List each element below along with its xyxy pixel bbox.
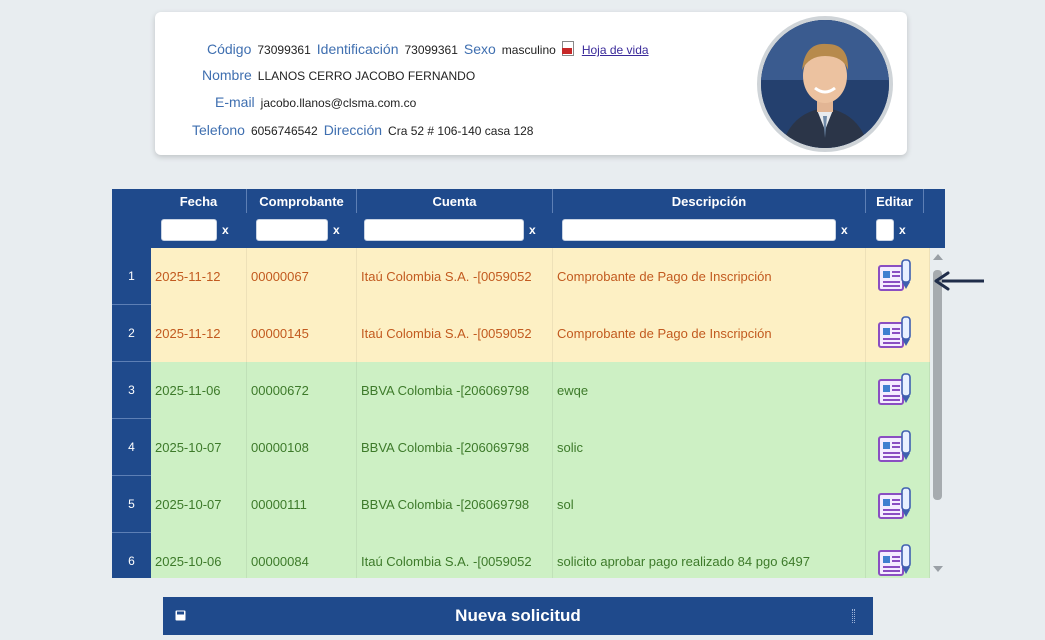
table-row[interactable]: 2 2025-11-12 00000145 Itaú Colombia S.A.… bbox=[112, 305, 930, 362]
filter-comprobante: x bbox=[256, 219, 340, 241]
cell-comprobante: 00000672 bbox=[247, 362, 357, 419]
filter-editar: x bbox=[876, 219, 906, 241]
table-row[interactable]: 1 2025-11-12 00000067 Itaú Colombia S.A.… bbox=[112, 248, 930, 305]
edit-document-icon[interactable] bbox=[877, 429, 915, 465]
cell-fecha: 2025-10-06 bbox=[151, 533, 247, 578]
cell-comprobante: 00000067 bbox=[247, 248, 357, 305]
scroll-thumb[interactable] bbox=[933, 270, 942, 500]
edit-document-icon[interactable] bbox=[877, 372, 915, 408]
cell-cuenta: BBVA Colombia -[206069798 bbox=[357, 362, 553, 419]
scroll-down-icon[interactable] bbox=[933, 566, 943, 572]
arrow-left-icon bbox=[934, 271, 984, 291]
cell-fecha: 2025-10-07 bbox=[151, 476, 247, 533]
cell-comprobante: 00000108 bbox=[247, 419, 357, 476]
save-icon bbox=[175, 610, 186, 621]
filter-comprobante-input[interactable] bbox=[256, 219, 328, 241]
edit-document-icon[interactable] bbox=[877, 258, 915, 294]
new-request-button[interactable]: Nueva solicitud bbox=[163, 597, 873, 635]
table-row[interactable]: 3 2025-11-06 00000672 BBVA Colombia -[20… bbox=[112, 362, 930, 419]
cell-cuenta: Itaú Colombia S.A. -[0059052 bbox=[357, 533, 553, 578]
filter-fecha-input[interactable] bbox=[161, 219, 217, 241]
table-row[interactable]: 5 2025-10-07 00000111 BBVA Colombia -[20… bbox=[112, 476, 930, 533]
cell-cuenta: BBVA Colombia -[206069798 bbox=[357, 476, 553, 533]
filter-editar-clear[interactable]: x bbox=[899, 223, 906, 237]
header-cuenta[interactable]: Cuenta bbox=[357, 189, 553, 213]
new-request-label: Nueva solicitud bbox=[455, 606, 581, 625]
cell-fecha: 2025-11-06 bbox=[151, 362, 247, 419]
filter-fecha: x bbox=[161, 219, 229, 241]
cell-comprobante: 00000084 bbox=[247, 533, 357, 578]
telefono-label: Telefono bbox=[192, 122, 245, 138]
email-label: E-mail bbox=[215, 94, 255, 110]
cell-descripcion: Comprobante de Pago de Inscripción bbox=[553, 248, 866, 305]
cell-cuenta: Itaú Colombia S.A. -[0059052 bbox=[357, 305, 553, 362]
filter-cuenta-input[interactable] bbox=[364, 219, 524, 241]
cell-fecha: 2025-11-12 bbox=[151, 248, 247, 305]
table-row[interactable]: 4 2025-10-07 00000108 BBVA Colombia -[20… bbox=[112, 419, 930, 476]
filter-descripcion-clear[interactable]: x bbox=[841, 223, 848, 237]
filter-descripcion: x bbox=[562, 219, 848, 241]
scroll-up-icon[interactable] bbox=[933, 254, 943, 260]
filter-comprobante-clear[interactable]: x bbox=[333, 223, 340, 237]
profile-row-ids: Código 73099361 Identificación 73099361 … bbox=[207, 38, 649, 57]
cell-comprobante: 00000111 bbox=[247, 476, 357, 533]
receipts-grid: Fecha Comprobante Cuenta Descripción Edi… bbox=[112, 189, 945, 578]
cell-descripcion: sol bbox=[553, 476, 866, 533]
filter-editar-input[interactable] bbox=[876, 219, 894, 241]
row-number: 6 bbox=[112, 533, 151, 578]
sexo-value: masculino bbox=[501, 43, 556, 57]
grip-icon bbox=[852, 609, 855, 623]
cell-cuenta: Itaú Colombia S.A. -[0059052 bbox=[357, 248, 553, 305]
edit-document-icon[interactable] bbox=[877, 486, 915, 522]
cell-fecha: 2025-11-12 bbox=[151, 305, 247, 362]
grid-scrollbar[interactable] bbox=[930, 248, 945, 578]
nombre-label: Nombre bbox=[202, 67, 252, 83]
cell-descripcion: solicito aprobar pago realizado 84 pgo 6… bbox=[553, 533, 866, 578]
header-descripcion[interactable]: Descripción bbox=[553, 189, 866, 213]
row-number: 4 bbox=[112, 419, 151, 476]
cell-cuenta: BBVA Colombia -[206069798 bbox=[357, 419, 553, 476]
cell-fecha: 2025-10-07 bbox=[151, 419, 247, 476]
header-editar[interactable]: Editar bbox=[866, 189, 924, 213]
cell-comprobante: 00000145 bbox=[247, 305, 357, 362]
codigo-label: Código bbox=[207, 41, 252, 57]
profile-row-email: E-mail jacobo.llanos@clsma.com.co bbox=[215, 94, 416, 110]
cell-descripcion: Comprobante de Pago de Inscripción bbox=[553, 305, 866, 362]
email-value: jacobo.llanos@clsma.com.co bbox=[260, 96, 417, 110]
grid-body: 1 2025-11-12 00000067 Itaú Colombia S.A.… bbox=[112, 248, 945, 578]
direccion-label: Dirección bbox=[323, 122, 383, 138]
profile-row-contact: Telefono 6056746542 Dirección Cra 52 # 1… bbox=[192, 122, 533, 138]
row-number: 2 bbox=[112, 305, 151, 362]
cell-descripcion: solic bbox=[553, 419, 866, 476]
row-number: 1 bbox=[112, 248, 151, 305]
filter-descripcion-input[interactable] bbox=[562, 219, 836, 241]
identificacion-label: Identificación bbox=[316, 41, 399, 57]
direccion-value: Cra 52 # 106-140 casa 128 bbox=[388, 124, 534, 138]
row-number: 5 bbox=[112, 476, 151, 533]
edit-document-icon[interactable] bbox=[877, 315, 915, 351]
avatar bbox=[757, 16, 893, 152]
header-fecha[interactable]: Fecha bbox=[151, 189, 247, 213]
telefono-value: 6056746542 bbox=[250, 124, 318, 138]
identificacion-value: 73099361 bbox=[404, 43, 458, 57]
cv-link[interactable]: Hoja de vida bbox=[582, 43, 649, 57]
sexo-label: Sexo bbox=[463, 41, 496, 57]
row-number: 3 bbox=[112, 362, 151, 419]
profile-row-name: Nombre LLANOS CERRO JACOBO FERNANDO bbox=[202, 67, 475, 83]
filter-fecha-clear[interactable]: x bbox=[222, 223, 229, 237]
cell-descripcion: ewqe bbox=[553, 362, 866, 419]
filter-cuenta-clear[interactable]: x bbox=[529, 223, 536, 237]
nombre-value: LLANOS CERRO JACOBO FERNANDO bbox=[257, 69, 476, 83]
filter-cuenta: x bbox=[364, 219, 536, 241]
table-row[interactable]: 6 2025-10-06 00000084 Itaú Colombia S.A.… bbox=[112, 533, 930, 578]
pdf-icon[interactable] bbox=[561, 41, 576, 57]
header-comprobante[interactable]: Comprobante bbox=[247, 189, 357, 213]
edit-document-icon[interactable] bbox=[877, 543, 915, 578]
codigo-value: 73099361 bbox=[257, 43, 311, 57]
